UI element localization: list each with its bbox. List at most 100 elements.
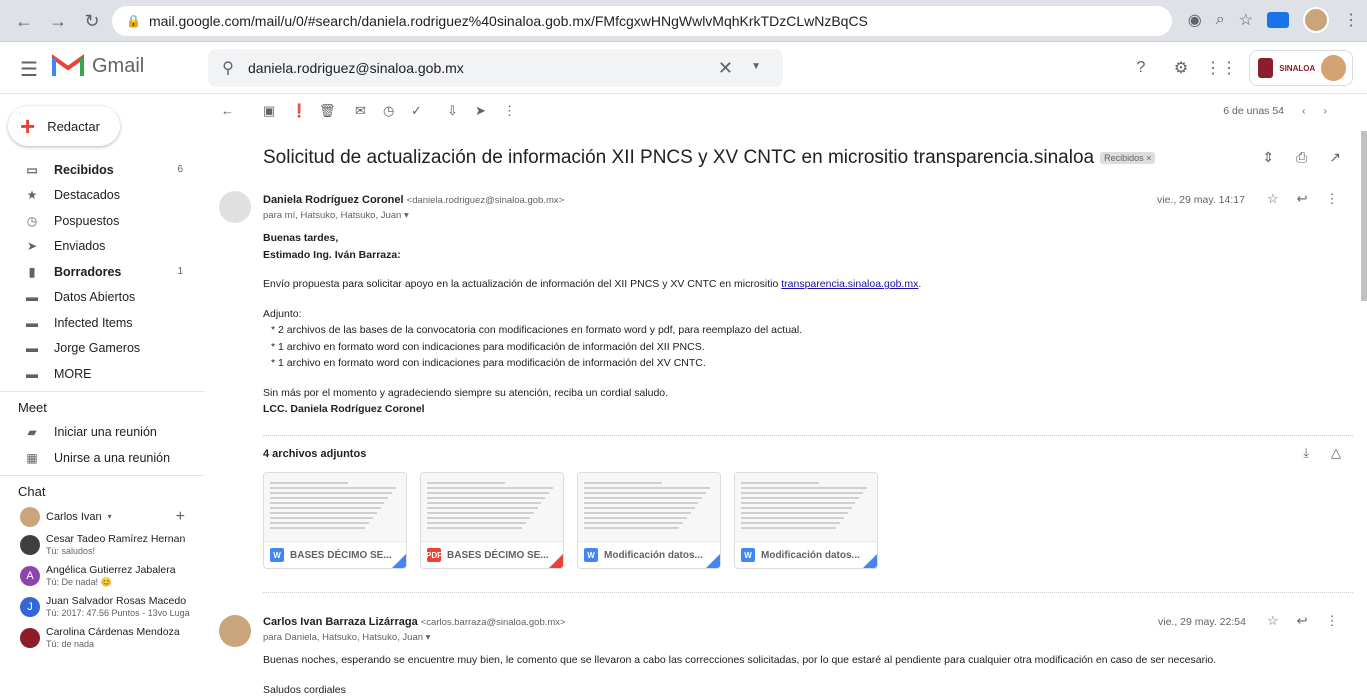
delete-icon[interactable]: 🗑 [319,103,336,119]
word-file-icon: W [270,548,284,562]
search-icon[interactable]: ⚲ [208,58,248,78]
attachment-card[interactable]: WModificación datos... [577,472,721,569]
back-icon[interactable]: ← [10,7,38,35]
attachment-preview [421,473,563,543]
thread-subject: Solicitud de actualización de informació… [263,147,1155,169]
search-input[interactable]: daniela.rodriguez@sinaloa.gob.mx [248,60,464,76]
sidebar-item-pospuestos[interactable]: ◷Pospuestos [0,208,205,234]
sidebar-item-borradores[interactable]: ▮Borradores1 [0,259,205,285]
bookmark-star-icon[interactable]: ☆ [1239,10,1253,30]
expand-all-icon[interactable]: ⇕ [1262,149,1274,166]
star-toggle-icon[interactable]: ☆ [1267,191,1279,207]
download-all-icon[interactable]: ⤓ [1303,445,1309,461]
message-more-icon-2[interactable]: ⋮ [1326,613,1339,629]
settings-gear-icon[interactable]: ⚙ [1169,56,1193,80]
sidebar-item-label: Pospuestos [54,214,119,228]
add-to-tasks-icon[interactable]: ✓ [411,103,422,119]
sidebar-item-destacados[interactable]: ★Destacados [0,183,205,209]
compose-plus-icon: + [20,113,35,139]
search-options-icon[interactable]: ▼ [751,61,761,72]
recipients-2[interactable]: para Daniela, Hatsuko, Hatsuko, Juan ▾ [263,632,430,643]
bullet-item: * 1 archivo en formato word con indicaci… [271,355,921,372]
transparency-link[interactable]: transparencia.sinaloa.gob.mx [781,278,918,290]
attachment-name: Modificación datos... [604,550,703,561]
salutation-line: Estimado Ing. Iván Barraza: [263,247,921,264]
forward-icon[interactable]: → [44,7,72,35]
account-switcher[interactable]: SINALOA [1249,50,1353,86]
reply-icon[interactable]: ↩ [1297,191,1308,207]
meet-item-1[interactable]: ▦Unirse a una reunión [0,445,205,471]
open-new-window-icon[interactable]: ↗ [1329,149,1341,166]
sidebar-item-more[interactable]: ▬MORE [0,361,205,387]
attachment-card[interactable]: WModificación datos... [734,472,878,569]
chat-user-avatar [20,507,40,527]
save-to-drive-icon[interactable]: △ [1331,445,1341,461]
url-text: mail.google.com/mail/u/0/#search/daniela… [149,13,868,29]
newer-icon[interactable]: › [1324,105,1328,117]
archive-icon[interactable]: ▣ [263,103,275,119]
older-icon[interactable]: ‹ [1302,105,1306,117]
search-bar[interactable]: ⚲ daniela.rodriguez@sinaloa.gob.mx ✕ ▼ [208,49,783,87]
chat-conversation[interactable]: JJuan Salvador Rosas MacedoTú: 2017: 47.… [0,592,205,623]
sender-avatar-2 [219,615,251,647]
mark-unread-icon[interactable]: ✉ [355,103,366,119]
clear-search-icon[interactable]: ✕ [718,58,733,79]
meet-item-0[interactable]: ▰Iniciar una reunión [0,420,205,446]
chat-user-name: Carlos Ivan [46,511,102,523]
sidebar-item-jorge-gameros[interactable]: ▬Jorge Gameros [0,336,205,362]
address-bar[interactable]: 🔒 mail.google.com/mail/u/0/#search/danie… [112,6,1172,36]
chat-current-user[interactable]: Carlos Ivan ▾ + [0,504,205,530]
more-options-icon[interactable]: ⋮ [503,103,516,119]
chat-conversation[interactable]: Carolina Cárdenas MendozaTú: de nada [0,623,205,654]
sinaloa-crest-icon [1258,58,1273,78]
message-sender[interactable]: Daniela Rodríguez Coronel <daniela.rodri… [263,194,564,206]
pager-text: 6 de unas 54 [1223,105,1284,117]
profile-avatar[interactable] [1303,7,1329,33]
reply-icon-2[interactable]: ↩ [1297,613,1308,629]
recipients[interactable]: para mí, Hatsuko, Hatsuko, Juan ▾ [263,210,409,221]
label-icon[interactable]: ➤ [475,103,486,119]
sidebar-item-infected-items[interactable]: ▬Infected Items [0,310,205,336]
chat-conversation[interactable]: Cesar Tadeo Ramírez HernanTú: saludos! [0,530,205,561]
sidebar-item-recibidos[interactable]: ▭Recibidos6 [0,157,205,183]
attachment-card[interactable]: WBASES DÉCIMO SE... [263,472,407,569]
chevron-down-icon[interactable]: ▾ [108,512,112,521]
chat-conversation[interactable]: AAngélica Gutierrez JabaleraTú: De nada!… [0,561,205,592]
print-icon[interactable]: ⎙ [1296,149,1307,166]
message-toolbar: ← ▣ ❗ 🗑 ✉ ◷ ✓ ⇩ ➤ ⋮ 6 de unas 54 ‹ › [205,95,1355,129]
gmail-m-icon [52,54,84,78]
compose-button[interactable]: + Redactar [8,106,120,146]
sidebar-item-datos-abiertos[interactable]: ▬Datos Abiertos [0,285,205,311]
paragraph-text: Envío propuesta para solicitar apoyo en … [263,278,781,290]
new-chat-icon[interactable]: + [176,508,185,526]
inbox-label-chip[interactable]: Recibidos × [1100,152,1155,164]
reload-icon[interactable]: ↻ [78,7,106,35]
gmail-logo[interactable]: Gmail [52,54,144,78]
back-to-list-icon[interactable]: ← [221,103,234,118]
zoom-icon[interactable]: ⌕ [1216,11,1225,29]
meet-item-label: Unirse a una reunión [54,451,170,465]
snooze-icon[interactable]: ◷ [383,103,394,119]
apps-grid-icon[interactable]: ⋮⋮ [1209,56,1233,80]
sidebar-item-enviados[interactable]: ➤Enviados [0,234,205,260]
compose-label: Redactar [47,119,100,134]
sidebar-item-label: Datos Abiertos [54,290,135,304]
hamburger-menu-icon[interactable]: ☰ [20,57,38,82]
browser-menu-icon[interactable]: ⋮ [1343,10,1359,30]
message-divider [263,592,1353,593]
sender-email: <daniela.rodriguez@sinaloa.gob.mx> [407,195,565,206]
report-spam-icon[interactable]: ❗ [291,103,307,119]
cast-icon[interactable] [1267,12,1289,28]
scrollbar-thumb[interactable] [1361,131,1367,301]
message-sender-2[interactable]: Carlos Ivan Barraza Lizárraga <carlos.ba… [263,616,566,628]
move-to-icon[interactable]: ⇩ [447,103,458,119]
extension-icon[interactable]: ◉ [1188,10,1202,30]
body-text-2: Buenas noches, esperando se encuentre mu… [263,652,1216,669]
app-name: Gmail [92,55,144,78]
help-icon[interactable]: ? [1129,56,1153,80]
attachment-card[interactable]: PDFBASES DÉCIMO SE... [420,472,564,569]
star-toggle-icon-2[interactable]: ☆ [1267,613,1279,629]
message-more-icon[interactable]: ⋮ [1326,191,1339,207]
draft-icon: ▮ [22,265,42,279]
video-camera-icon: ▰ [22,425,42,439]
